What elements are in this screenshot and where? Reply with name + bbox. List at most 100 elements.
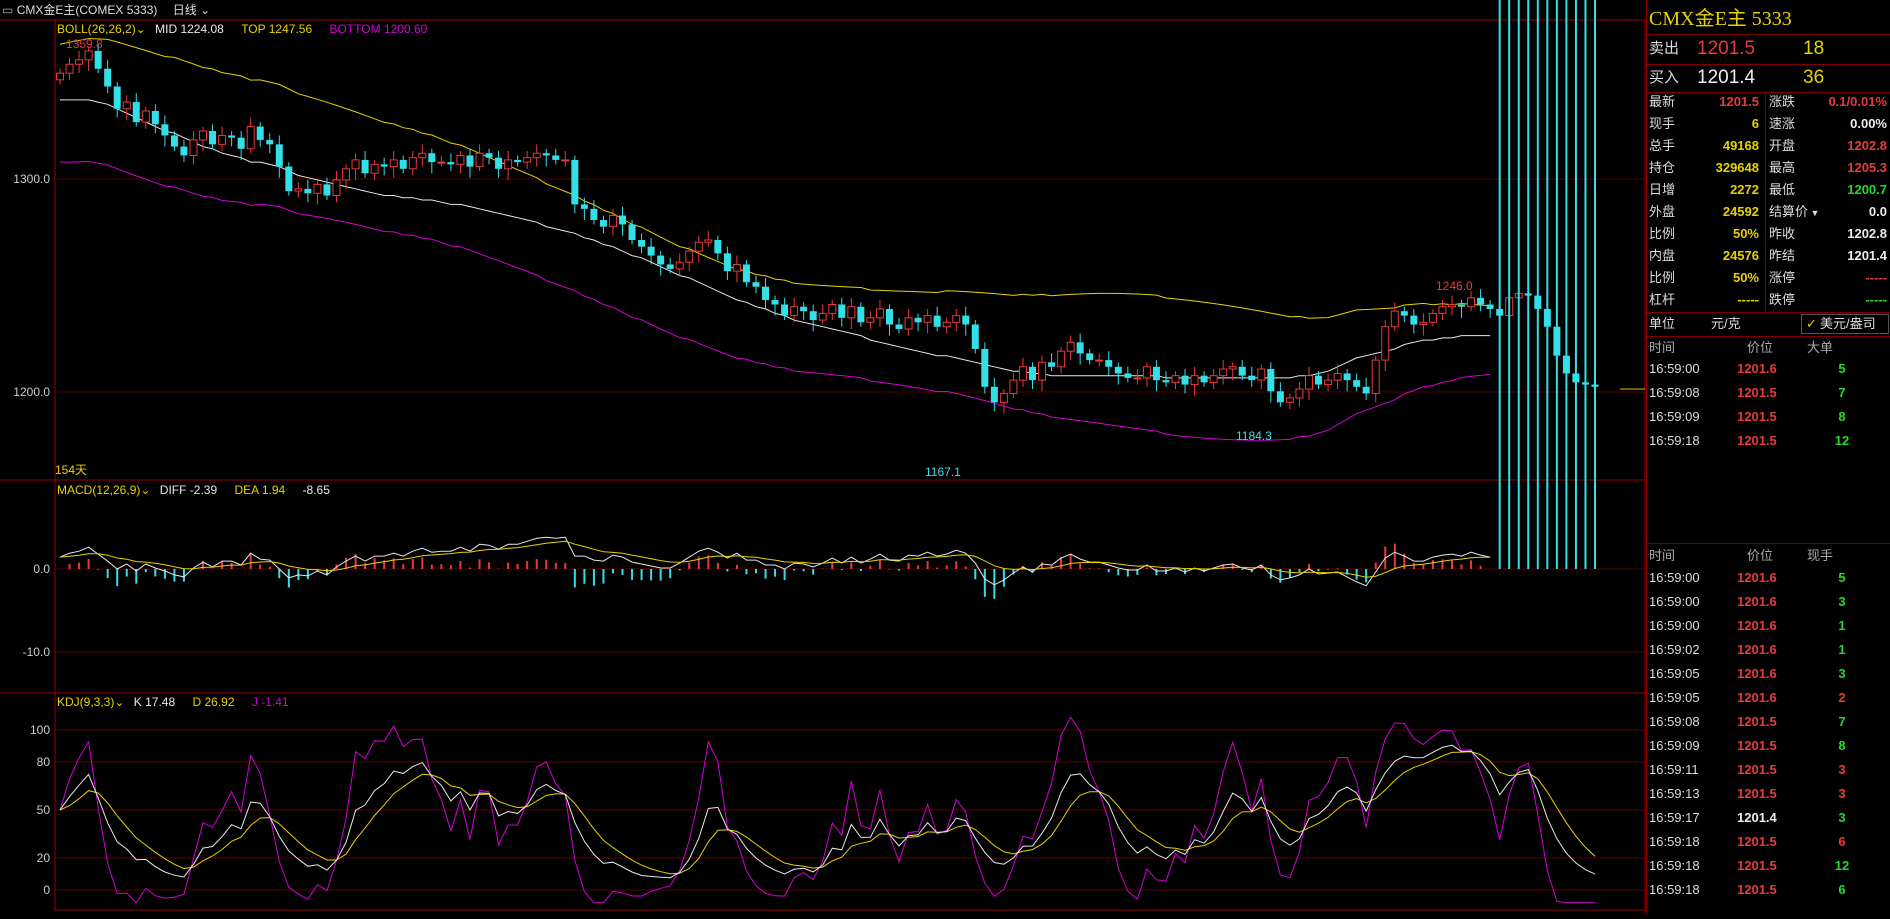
big-orders-header: 价位: [1747, 340, 1774, 355]
tick-qty: 3: [1838, 762, 1846, 777]
tick-price: 1201.5: [1737, 858, 1777, 873]
chart-area[interactable]: 1300.0 1200.0 0.0 -10.0 100 80 50 20 0 1…: [0, 0, 1646, 914]
tick-qty: 1: [1838, 618, 1846, 633]
candle-body: [1381, 326, 1390, 361]
window-icon[interactable]: ▭: [2, 3, 13, 17]
candle-body: [895, 324, 903, 329]
boll-label[interactable]: BOLL(26,26,2): [57, 22, 136, 36]
candle-body: [1219, 368, 1228, 377]
candle-body: [437, 161, 446, 164]
candle-body: [828, 303, 837, 314]
candle-body: [1295, 388, 1304, 399]
tick-time: 16:59:02: [1649, 642, 1700, 657]
price-tick-1300: 1300.0: [13, 172, 50, 186]
candle-body: [1438, 306, 1447, 314]
quote-label: 昨结: [1769, 248, 1796, 263]
macd-diff: DIFF -2.39: [159, 483, 218, 497]
big-order-qty: 7: [1838, 385, 1846, 400]
tick-qty: 3: [1838, 666, 1846, 681]
quote-label: 内盘: [1649, 248, 1676, 263]
panel-title: CMX金E主 5333: [1649, 8, 1792, 30]
big-order-price: 1201.5: [1737, 433, 1777, 448]
quote-value: 0.0: [1868, 204, 1887, 219]
candle-body: [885, 308, 893, 325]
candle-body: [1057, 350, 1066, 368]
candle-body: [161, 124, 169, 136]
candle-body: [351, 159, 360, 170]
candle-body: [1133, 377, 1142, 380]
candle-body: [657, 255, 665, 265]
candle-body: [1038, 361, 1047, 381]
candle-body: [1171, 375, 1180, 383]
candle-body: [84, 50, 93, 61]
quote-value: 1201.4: [1847, 248, 1887, 263]
candle-body: [399, 159, 407, 169]
tick-qty: 6: [1838, 834, 1846, 849]
tick-price: 1201.5: [1737, 834, 1777, 849]
chart-canvas[interactable]: 1300.0 1200.0 0.0 -10.0 100 80 50 20 0 1…: [0, 0, 1646, 914]
tick-qty: 12: [1834, 858, 1850, 873]
annotation-low1: 1167.1: [925, 465, 961, 479]
macd-diff-line: [59, 536, 1491, 587]
candle-body: [818, 312, 827, 321]
symbol-header[interactable]: ▭ CMX金E主(COMEX 5333) 日线 ⌄: [2, 3, 210, 17]
days-count: 154天: [55, 463, 87, 477]
quote-label: 持仓: [1649, 160, 1676, 175]
annotation-peak2: 1246.0: [1436, 279, 1473, 293]
candle-body: [704, 239, 713, 243]
quote-label: 比例: [1649, 226, 1676, 241]
symbol-name: CMX金E主(COMEX 5333): [16, 3, 158, 17]
quote-value: -----: [1737, 292, 1759, 307]
candle-body: [1066, 341, 1075, 352]
price-tick-1200: 1200.0: [13, 385, 50, 399]
candle-body: [933, 315, 941, 327]
candle-body: [1390, 310, 1399, 328]
unit-label: 单位: [1649, 316, 1676, 331]
buy-label: 买入: [1649, 69, 1680, 86]
boll-bottom: BOTTOM 1200.60: [329, 22, 428, 36]
candle-body: [599, 219, 607, 227]
macd-value: -8.65: [302, 483, 330, 497]
unit-toggle[interactable]: ✓ 美元/盎司: [1801, 314, 1889, 334]
candle-body: [1248, 375, 1256, 381]
candle-body: [475, 152, 484, 168]
candle-body: [428, 153, 436, 163]
kdj-label[interactable]: KDJ(9,3,3): [57, 695, 114, 709]
big-order-time: 16:59:08: [1649, 385, 1700, 400]
candle-body: [1315, 375, 1323, 385]
candle-body: [485, 153, 493, 158]
period-selector[interactable]: 日线 ⌄: [173, 3, 210, 17]
macd-tick-0: 0.0: [33, 562, 50, 576]
candle-body: [647, 246, 655, 256]
kdj-tick-100: 100: [30, 723, 50, 737]
tick-qty: 2: [1838, 690, 1846, 705]
candle-body: [1477, 297, 1485, 305]
tick-time: 16:59:00: [1649, 618, 1700, 633]
candle-body: [923, 315, 932, 323]
quote-value: 50%: [1732, 226, 1759, 241]
quote-value: 1205.3: [1847, 160, 1887, 175]
candle-body: [370, 163, 379, 174]
candle-body: [180, 146, 188, 156]
candle-body: [619, 215, 627, 225]
candle-body: [218, 134, 227, 145]
candle-body: [1238, 366, 1246, 376]
candle-body: [1009, 379, 1018, 394]
candle-body: [104, 68, 112, 87]
candle-body: [313, 183, 322, 194]
sell-price: 1201.5: [1697, 38, 1756, 59]
tick-price: 1201.5: [1737, 882, 1777, 897]
candle-body: [742, 264, 750, 283]
candle-body: [256, 126, 264, 140]
quote-label: 涨停: [1769, 270, 1796, 285]
candle-body: [323, 184, 331, 196]
candle-body: [857, 306, 865, 323]
macd-tick-10: -10.0: [23, 645, 51, 659]
candle-body: [608, 215, 617, 228]
candle-body: [189, 139, 198, 156]
macd-label[interactable]: MACD(12,26,9): [57, 483, 140, 497]
candle-body: [580, 204, 588, 209]
quote-label: 涨跌: [1769, 94, 1796, 109]
candle-body: [1467, 297, 1476, 308]
candle-body: [294, 188, 303, 192]
